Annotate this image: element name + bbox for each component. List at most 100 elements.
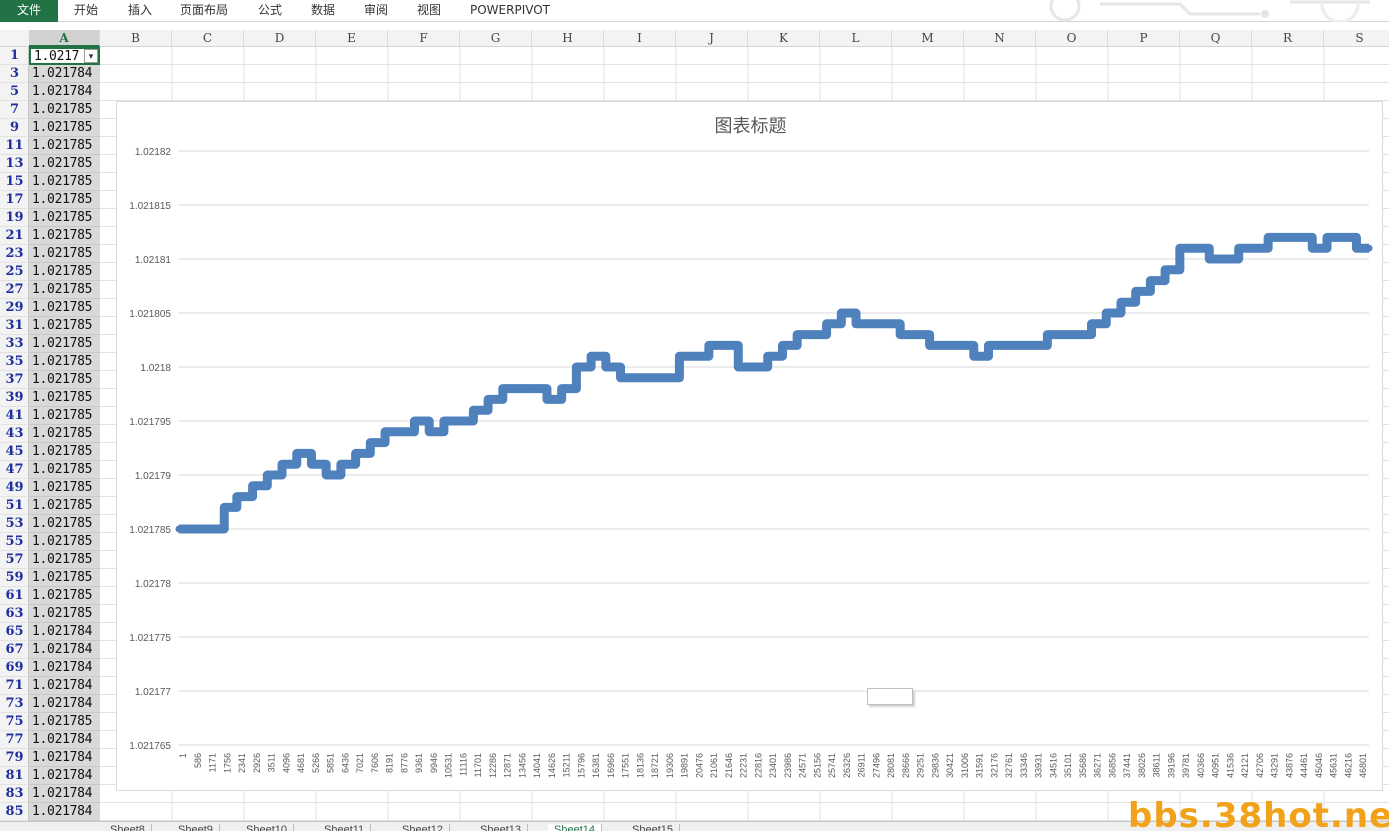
row-header[interactable]: 83 bbox=[0, 785, 29, 803]
data-point[interactable] bbox=[808, 331, 816, 339]
data-point[interactable] bbox=[1308, 244, 1316, 252]
column-header-p[interactable]: P bbox=[1108, 30, 1180, 47]
tab-review[interactable]: 审阅 bbox=[364, 0, 388, 22]
row-header[interactable]: 65 bbox=[0, 623, 29, 641]
table-cell[interactable]: 1.021784 bbox=[29, 623, 100, 641]
table-cell[interactable]: 1.021785 bbox=[29, 443, 100, 461]
row-header[interactable]: 67 bbox=[0, 641, 29, 659]
line-chart[interactable]: 1.02182 1.021815 1.02181 1.021805 1.0218 1.02… bbox=[116, 101, 1383, 791]
column-header-b[interactable]: B bbox=[100, 30, 172, 47]
column-header-i[interactable]: I bbox=[604, 30, 676, 47]
data-point[interactable] bbox=[970, 352, 978, 360]
data-point[interactable] bbox=[322, 471, 330, 479]
data-point[interactable] bbox=[366, 439, 374, 447]
row-header[interactable]: 3 bbox=[0, 65, 29, 83]
column-header-a[interactable]: A bbox=[29, 30, 100, 47]
data-point[interactable] bbox=[499, 385, 507, 393]
row-header[interactable]: 13 bbox=[0, 155, 29, 173]
row-header[interactable]: 17 bbox=[0, 191, 29, 209]
data-point[interactable] bbox=[307, 460, 315, 468]
column-header-j[interactable]: J bbox=[676, 30, 748, 47]
data-point[interactable] bbox=[249, 482, 257, 490]
row-header[interactable]: 7 bbox=[0, 101, 29, 119]
sheet-tab[interactable]: Sheet9 bbox=[172, 824, 220, 831]
column-header-e[interactable]: E bbox=[316, 30, 388, 47]
row-header[interactable]: 37 bbox=[0, 371, 29, 389]
data-point[interactable] bbox=[337, 460, 345, 468]
table-cell[interactable]: 1.021785 bbox=[29, 137, 100, 155]
data-point[interactable] bbox=[617, 374, 625, 382]
data-point[interactable] bbox=[220, 503, 228, 511]
row-header[interactable]: 53 bbox=[0, 515, 29, 533]
data-point[interactable] bbox=[705, 341, 713, 349]
data-point[interactable] bbox=[940, 341, 948, 349]
table-cell[interactable]: 1.021785 bbox=[29, 587, 100, 605]
row-header[interactable]: 35 bbox=[0, 353, 29, 371]
column-header-m[interactable]: M bbox=[892, 30, 964, 47]
data-point[interactable] bbox=[793, 331, 801, 339]
row-header[interactable]: 57 bbox=[0, 551, 29, 569]
row-header[interactable]: 15 bbox=[0, 173, 29, 191]
table-cell[interactable]: 1.021785 bbox=[29, 263, 100, 281]
table-cell[interactable]: 1.021784 bbox=[29, 803, 100, 821]
row-header[interactable]: 25 bbox=[0, 263, 29, 281]
series-line[interactable] bbox=[179, 232, 1369, 534]
data-point[interactable] bbox=[233, 493, 241, 501]
data-point[interactable] bbox=[837, 309, 845, 317]
data-point[interactable] bbox=[1058, 331, 1066, 339]
table-cell[interactable]: 1.021785 bbox=[29, 317, 100, 335]
data-point[interactable] bbox=[602, 363, 610, 371]
table-cell[interactable]: 1.021785 bbox=[29, 605, 100, 623]
table-cell[interactable]: 1.021785 bbox=[29, 245, 100, 263]
data-point[interactable] bbox=[1264, 233, 1272, 241]
data-point[interactable] bbox=[1146, 277, 1154, 285]
table-cell[interactable]: 1.021784 bbox=[29, 659, 100, 677]
paste-options-popup[interactable] bbox=[867, 688, 913, 705]
data-point[interactable] bbox=[999, 341, 1007, 349]
tab-file[interactable]: 文件 bbox=[0, 0, 58, 22]
table-cell[interactable]: 1.021785 bbox=[29, 353, 100, 371]
row-header[interactable]: 61 bbox=[0, 587, 29, 605]
data-point[interactable] bbox=[1338, 233, 1346, 241]
table-cell[interactable]: 1.021784 bbox=[29, 749, 100, 767]
row-header[interactable]: 43 bbox=[0, 425, 29, 443]
sheet-tab[interactable]: Sheet14 bbox=[548, 824, 602, 831]
tab-view[interactable]: 视图 bbox=[417, 0, 441, 22]
row-header[interactable]: 23 bbox=[0, 245, 29, 263]
data-point[interactable] bbox=[1117, 298, 1125, 306]
table-cell[interactable]: 1.021785 bbox=[29, 281, 100, 299]
table-cell[interactable]: 1.021785 bbox=[29, 101, 100, 119]
data-point[interactable] bbox=[1088, 320, 1096, 328]
data-point[interactable] bbox=[631, 374, 639, 382]
data-point[interactable] bbox=[1235, 244, 1243, 252]
data-point[interactable] bbox=[675, 352, 683, 360]
filter-dropdown-icon[interactable]: ▾ bbox=[84, 49, 98, 63]
row-header[interactable]: 59 bbox=[0, 569, 29, 587]
row-header[interactable]: 1 bbox=[0, 47, 29, 65]
data-point[interactable] bbox=[764, 352, 772, 360]
tab-page-layout[interactable]: 页面布局 bbox=[180, 0, 228, 22]
table-cell[interactable]: 1.021785 bbox=[29, 119, 100, 137]
row-header[interactable]: 27 bbox=[0, 281, 29, 299]
data-point[interactable] bbox=[410, 417, 418, 425]
data-point[interactable] bbox=[528, 385, 536, 393]
column-header-n[interactable]: N bbox=[964, 30, 1036, 47]
sheet-tab[interactable]: Sheet13 bbox=[474, 824, 528, 831]
column-header-c[interactable]: C bbox=[172, 30, 244, 47]
data-point[interactable] bbox=[926, 341, 934, 349]
data-point[interactable] bbox=[1161, 266, 1169, 274]
table-cell[interactable]: 1.021785 bbox=[29, 569, 100, 587]
table-cell[interactable]: 1.021784 bbox=[29, 695, 100, 713]
column-header-d[interactable]: D bbox=[244, 30, 316, 47]
data-point[interactable] bbox=[823, 320, 831, 328]
table-cell[interactable]: 1.021784 bbox=[29, 65, 100, 83]
row-header[interactable]: 77 bbox=[0, 731, 29, 749]
data-point[interactable] bbox=[1279, 233, 1287, 241]
data-point[interactable] bbox=[720, 341, 728, 349]
sheet-tab[interactable]: Sheet15 bbox=[626, 824, 680, 831]
row-header[interactable]: 47 bbox=[0, 461, 29, 479]
data-point[interactable] bbox=[778, 341, 786, 349]
data-point[interactable] bbox=[1249, 244, 1257, 252]
sheet-tab[interactable]: Sheet12 bbox=[396, 824, 450, 831]
data-point[interactable] bbox=[381, 428, 389, 436]
